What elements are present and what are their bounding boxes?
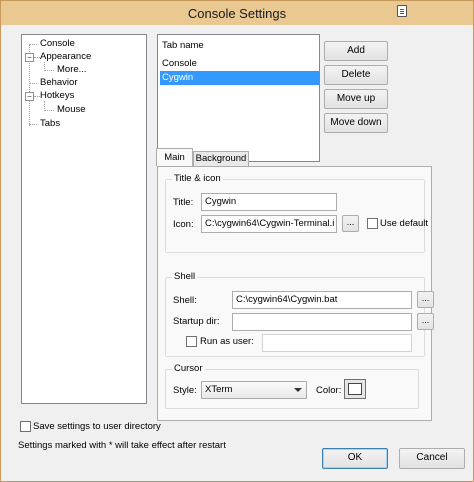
shell-field[interactable]: C:\cygwin64\Cygwin.bat (232, 291, 412, 309)
shell-group: Shell Shell: C:\cygwin64\Cygwin.bat ... … (165, 271, 434, 357)
tree-item-label: Tabs (40, 118, 61, 129)
restart-note: Settings marked with * will take effect … (18, 440, 226, 451)
tree-item-behavior[interactable]: Behavior (40, 76, 78, 89)
tree-item-label: Hotkeys (40, 90, 75, 101)
cursor-style-select[interactable]: XTerm (201, 381, 307, 399)
tab-list-item-selected[interactable]: Cygwin (160, 71, 319, 85)
icon-field[interactable]: C:\cygwin64\Cygwin-Terminal.i (201, 215, 337, 233)
tree-line (29, 124, 37, 125)
tree-item-more[interactable]: More... (57, 63, 87, 76)
cursor-group: Cursor Style: XTerm Color: (165, 363, 419, 409)
tree-item-tabs[interactable]: Tabs (40, 117, 60, 130)
tree-item-label: Console (40, 38, 75, 49)
collapse-icon[interactable]: − (25, 53, 34, 62)
collapse-icon[interactable]: − (25, 92, 34, 101)
tree-line (44, 110, 54, 111)
icon-label: Icon: (173, 219, 194, 230)
shell-browse-button[interactable]: ... (417, 291, 434, 308)
tree-item-console[interactable]: Console (40, 37, 75, 50)
icon-browse-button[interactable]: ... (342, 215, 359, 232)
use-default-label: Use default (380, 218, 429, 229)
tab-list-header: Tab name (162, 40, 204, 51)
tab-main[interactable]: Main (156, 148, 193, 166)
run-as-user-field[interactable] (262, 334, 412, 352)
startup-dir-field[interactable] (232, 313, 412, 331)
cursor-style-value: XTerm (205, 384, 233, 395)
tree-item-label: Behavior (40, 77, 78, 88)
settings-tree[interactable]: − − Console Appearance More... Behavior … (21, 34, 147, 404)
group-title: Shell (172, 271, 198, 282)
group-title: Cursor (172, 363, 205, 374)
console-settings-window: Console Settings − − Console Appearance … (0, 0, 474, 482)
ok-button[interactable]: OK (322, 448, 388, 469)
tree-line (44, 70, 54, 71)
run-as-user-label: Run as user: (200, 336, 254, 347)
startup-dir-browse-button[interactable]: ... (417, 313, 434, 330)
tree-item-label: More... (57, 64, 87, 75)
shell-label: Shell: (173, 295, 197, 306)
add-button[interactable]: Add (324, 41, 388, 61)
cursor-style-label: Style: (173, 385, 197, 396)
tab-list-item[interactable]: Console (160, 57, 319, 71)
startup-dir-label: Startup dir: (173, 316, 220, 327)
cursor-color-button[interactable] (344, 379, 366, 399)
save-to-user-label: Save settings to user directory (33, 421, 161, 432)
tab-background[interactable]: Background (193, 151, 249, 166)
tree-line (29, 44, 37, 45)
title-field[interactable]: Cygwin (201, 193, 337, 211)
dialog-body: − − Console Appearance More... Behavior … (1, 25, 473, 481)
move-up-button[interactable]: Move up (324, 89, 388, 109)
cursor-color-label: Color: (316, 385, 342, 396)
tree-line (29, 83, 37, 84)
use-default-checkbox[interactable] (367, 218, 378, 229)
tree-item-hotkeys[interactable]: Hotkeys (40, 89, 74, 102)
tree-item-appearance[interactable]: Appearance (40, 50, 91, 63)
main-tab-panel: Title & icon Title: Cygwin Icon: C:\cygw… (157, 166, 434, 421)
title-icon-group: Title & icon Title: Cygwin Icon: C:\cygw… (165, 173, 429, 253)
chevron-down-icon (294, 388, 302, 392)
delete-button[interactable]: Delete (324, 65, 388, 85)
tree-item-mouse[interactable]: Mouse (57, 103, 86, 116)
tab-list[interactable]: Tab name Console Cygwin (157, 34, 320, 162)
document-icon (397, 5, 407, 17)
window-title: Console Settings (187, 5, 287, 21)
tree-item-label: Appearance (40, 51, 92, 62)
tree-item-label: Mouse (57, 104, 86, 115)
cancel-button[interactable]: Cancel (399, 448, 465, 469)
run-as-user-checkbox[interactable] (186, 336, 197, 347)
title-bar[interactable]: Console Settings (1, 1, 473, 25)
title-label: Title: (173, 197, 194, 208)
move-down-button[interactable]: Move down (324, 113, 388, 133)
group-title: Title & icon (172, 173, 223, 184)
save-to-user-checkbox[interactable] (20, 421, 31, 432)
color-swatch (348, 383, 362, 395)
